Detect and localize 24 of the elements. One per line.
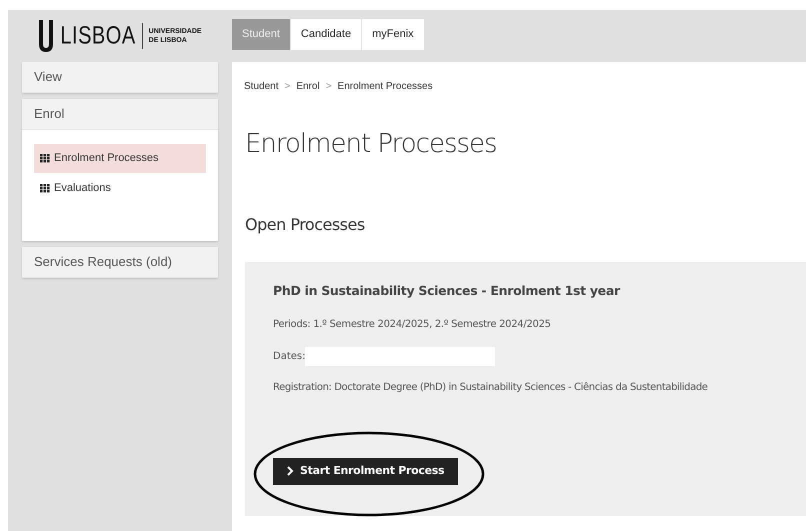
breadcrumb-separator: > bbox=[326, 80, 332, 94]
registration-text: Registration: Doctorate Degree (PhD) in Sustainability Sciences - Ciências da Sustentabilidade bbox=[273, 380, 709, 395]
logo-u-icon bbox=[38, 20, 54, 52]
breadcrumb-separator: > bbox=[284, 80, 290, 94]
nav-tab[interactable]: myFenix bbox=[362, 19, 424, 50]
sidebar-item[interactable]: Enrolment Processes bbox=[34, 144, 206, 173]
periods-text: Periods: 1.º Semestre 2024/2025, 2.º Semestre 2024/2025 bbox=[273, 318, 552, 332]
nav-tab[interactable]: Candidate bbox=[290, 19, 362, 50]
sidebar-item[interactable]: Evaluations bbox=[34, 174, 206, 203]
sidebar-section[interactable]: Services Requests (old) bbox=[22, 247, 218, 278]
dates-label: Dates: bbox=[273, 350, 306, 364]
section-title: Open Processes bbox=[245, 214, 366, 236]
breadcrumb-link[interactable]: Enrol bbox=[296, 79, 320, 94]
logo-wordmark: LISBOA bbox=[60, 21, 136, 52]
process-title: PhD in Sustainability Sciences - Enrolment 1st year bbox=[273, 282, 622, 300]
breadcrumb-link[interactable]: Enrolment Processes bbox=[338, 79, 433, 94]
grid-icon bbox=[40, 184, 50, 193]
sidebar-section[interactable]: Enrol bbox=[22, 99, 218, 130]
sidebar-section[interactable]: View bbox=[22, 62, 218, 93]
start-enrolment-button[interactable]: Start Enrolment Process bbox=[273, 458, 458, 485]
chevron-right-icon bbox=[287, 466, 294, 476]
breadcrumb-link[interactable]: Student bbox=[244, 79, 278, 94]
grid-icon bbox=[40, 154, 50, 163]
page-title: Enrolment Processes bbox=[245, 128, 498, 161]
